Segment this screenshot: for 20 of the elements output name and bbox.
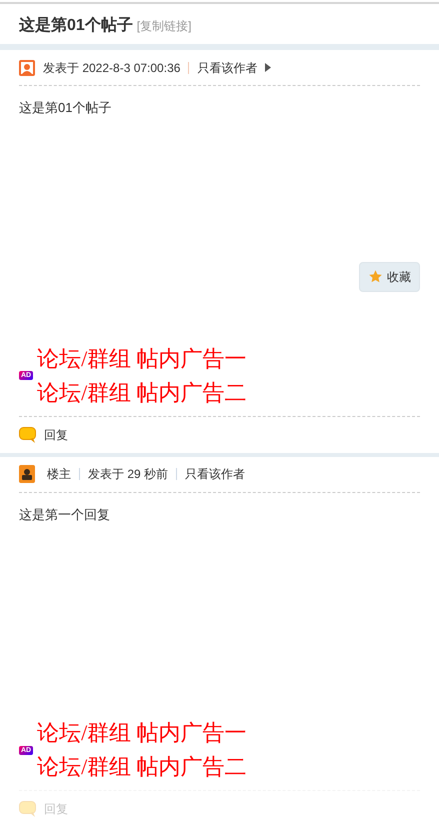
post-time: 发表于 29 秒前 bbox=[88, 466, 168, 483]
ad-link[interactable]: 论坛/群组 帖内广告二 bbox=[37, 376, 247, 410]
author-label: 楼主 bbox=[47, 466, 71, 483]
post-body: 这是第一个回复 bbox=[19, 506, 111, 524]
speech-bubble-icon bbox=[19, 801, 36, 817]
avatar-icon bbox=[19, 465, 35, 483]
post-time: 发表于 2022-8-3 07:00:36 bbox=[43, 60, 180, 76]
only-author-link[interactable]: 只看该作者 bbox=[197, 58, 258, 76]
only-author-link[interactable]: 只看该作者 bbox=[185, 465, 246, 483]
post-body: 这是第01个帖子 bbox=[19, 99, 112, 117]
ad-link[interactable]: 论坛/群组 帖内广告一 bbox=[37, 342, 247, 376]
ad-link[interactable]: 论坛/群组 帖内广告一 bbox=[37, 716, 247, 750]
favorite-button[interactable]: 收藏 bbox=[359, 262, 420, 292]
thread-title: 这是第01个帖子 bbox=[19, 15, 133, 36]
reply-link[interactable]: 回复 bbox=[44, 426, 68, 444]
star-icon bbox=[368, 269, 383, 284]
speech-bubble-icon bbox=[19, 426, 36, 442]
copy-link[interactable]: [复制链接] bbox=[136, 17, 192, 35]
ad-link[interactable]: 论坛/群组 帖内广告二 bbox=[37, 750, 247, 784]
avatar-icon bbox=[19, 60, 35, 76]
